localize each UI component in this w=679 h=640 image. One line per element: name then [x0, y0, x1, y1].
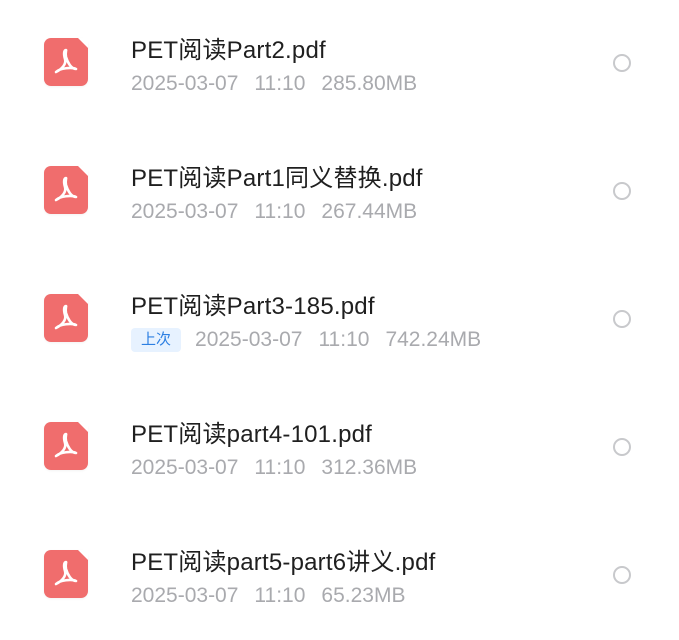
- file-date: 2025-03-07: [131, 584, 239, 607]
- file-meta: 2025-03-07 11:10 65.23MB: [131, 584, 405, 608]
- file-meta: 2025-03-07 11:10 267.44MB: [131, 200, 417, 224]
- pdf-file-icon: [44, 294, 88, 342]
- file-date: 2025-03-07: [195, 328, 303, 351]
- file-size: 65.23MB: [321, 584, 406, 607]
- file-time: 11:10: [318, 328, 370, 351]
- file-time: 11:10: [254, 456, 306, 479]
- acrobat-logo-icon: [54, 560, 78, 586]
- acrobat-logo-icon: [54, 304, 78, 330]
- file-name: PET阅读part4-101.pdf: [131, 421, 373, 448]
- file-date: 2025-03-07: [131, 72, 239, 95]
- select-radio[interactable]: [613, 54, 631, 72]
- file-meta: 2025-03-07 11:10 312.36MB: [131, 456, 417, 480]
- file-name: PET阅读Part1同义替换.pdf: [131, 165, 423, 192]
- pdf-file-icon: [44, 422, 88, 470]
- pdf-file-icon: [44, 38, 88, 86]
- file-time: 11:10: [254, 200, 306, 223]
- file-name: PET阅读Part3-185.pdf: [131, 293, 375, 320]
- file-name: PET阅读part5-part6讲义.pdf: [131, 549, 436, 576]
- last-opened-badge: 上次: [131, 328, 182, 352]
- select-radio[interactable]: [613, 566, 631, 584]
- pdf-file-icon: [44, 166, 88, 214]
- file-size: 285.80MB: [321, 72, 418, 95]
- file-size: 267.44MB: [321, 200, 418, 223]
- file-date: 2025-03-07: [131, 200, 239, 223]
- acrobat-logo-icon: [54, 432, 78, 458]
- file-row[interactable]: PET阅读part4-101.pdf 2025-03-07 11:10 312.…: [0, 384, 679, 512]
- file-date: 2025-03-07: [131, 456, 239, 479]
- file-name: PET阅读Part2.pdf: [131, 37, 326, 64]
- file-meta: 上次 2025-03-07 11:10 742.24MB: [131, 328, 481, 352]
- file-time: 11:10: [254, 72, 306, 95]
- select-radio[interactable]: [613, 182, 631, 200]
- file-row[interactable]: PET阅读Part3-185.pdf 上次 2025-03-07 11:10 7…: [0, 256, 679, 384]
- file-row[interactable]: PET阅读Part2.pdf 2025-03-07 11:10 285.80MB: [0, 0, 679, 128]
- file-row[interactable]: PET阅读part5-part6讲义.pdf 2025-03-07 11:10 …: [0, 512, 679, 640]
- file-list: PET阅读Part2.pdf 2025-03-07 11:10 285.80MB…: [0, 0, 679, 640]
- file-size: 312.36MB: [321, 456, 418, 479]
- pdf-file-icon: [44, 550, 88, 598]
- select-radio[interactable]: [613, 310, 631, 328]
- acrobat-logo-icon: [54, 48, 78, 74]
- file-row[interactable]: PET阅读Part1同义替换.pdf 2025-03-07 11:10 267.…: [0, 128, 679, 256]
- acrobat-logo-icon: [54, 176, 78, 202]
- file-time: 11:10: [254, 584, 306, 607]
- file-meta: 2025-03-07 11:10 285.80MB: [131, 72, 417, 96]
- file-size: 742.24MB: [385, 328, 482, 351]
- select-radio[interactable]: [613, 438, 631, 456]
